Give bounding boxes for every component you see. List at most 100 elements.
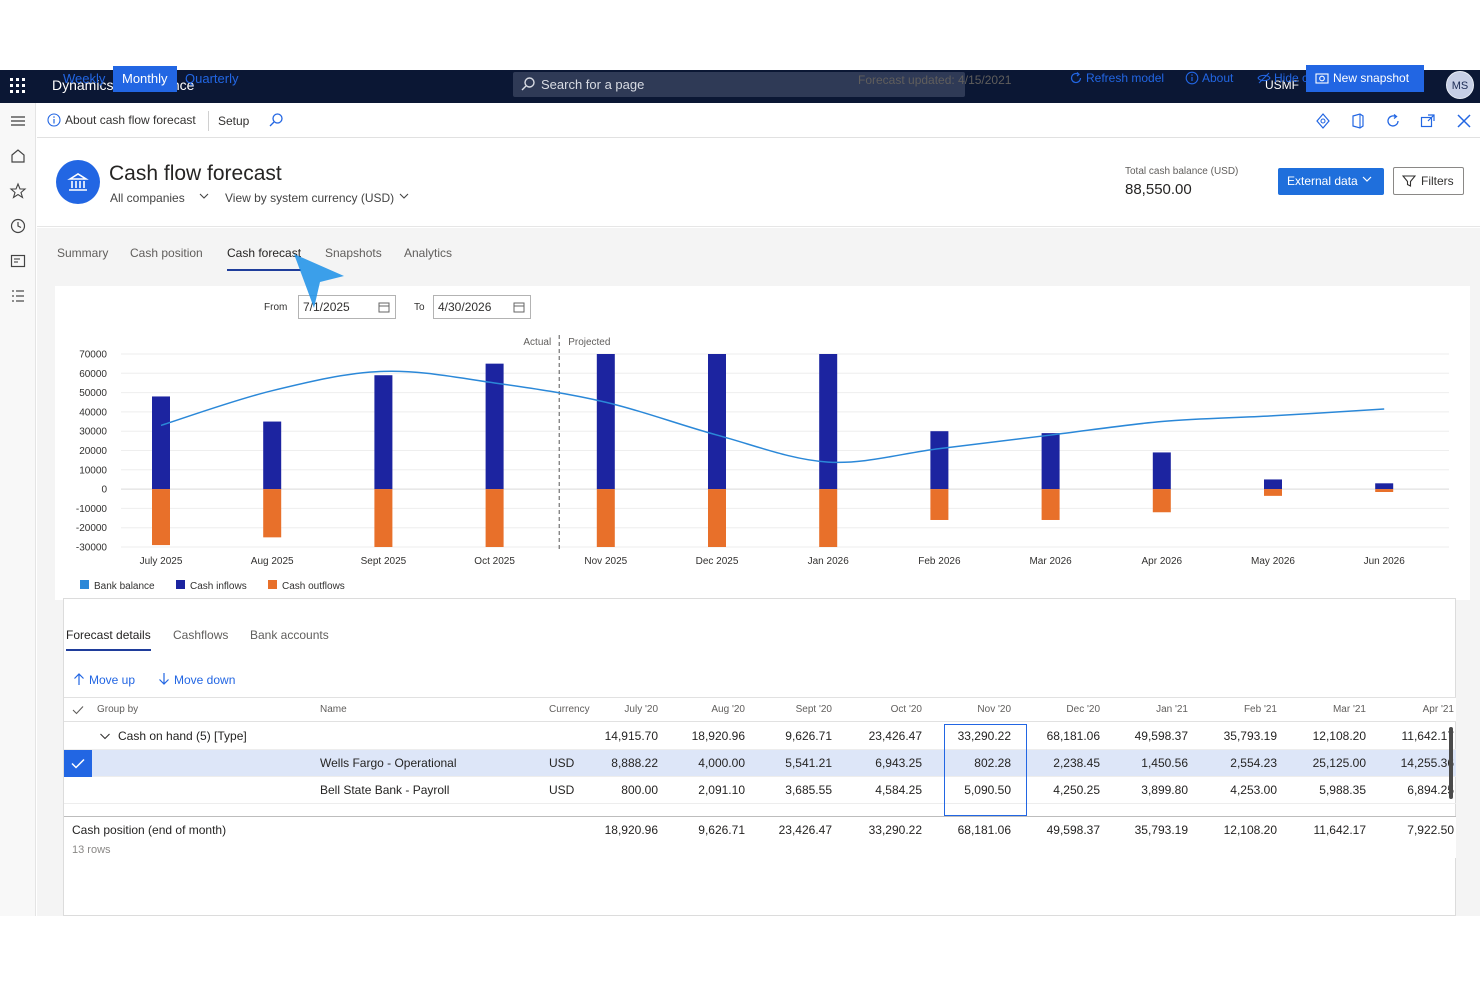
- column-header-month[interactable]: Feb '21: [1197, 698, 1277, 722]
- move-down-button[interactable]: Move down: [158, 672, 235, 687]
- chevron-down-icon[interactable]: [99, 732, 111, 741]
- grid-cell[interactable]: 5,090.50: [931, 777, 1011, 803]
- row-selected-checkbox[interactable]: [64, 750, 92, 777]
- column-header-month[interactable]: July '20: [578, 698, 658, 722]
- quarterly-button[interactable]: Quarterly: [176, 66, 247, 92]
- row-name: Bell State Bank - Payroll: [320, 783, 450, 797]
- tab-forecast-details[interactable]: Forecast details: [66, 628, 151, 651]
- grid-cell[interactable]: 8,888.22: [578, 750, 658, 776]
- external-data-button[interactable]: External data: [1278, 168, 1384, 195]
- total-cash-balance-label: Total cash balance (USD): [1125, 166, 1239, 177]
- grid-cell[interactable]: 4,250.25: [1020, 777, 1100, 803]
- row-count: 13 rows: [72, 844, 111, 856]
- close-icon[interactable]: [1455, 112, 1473, 130]
- avatar[interactable]: MS: [1446, 71, 1474, 99]
- column-header-month[interactable]: Mar '21: [1286, 698, 1366, 722]
- workspace-icon[interactable]: [9, 252, 27, 270]
- grid-cell[interactable]: 5,988.35: [1286, 777, 1366, 803]
- grid-cell[interactable]: 802.28: [931, 750, 1011, 776]
- grid-cell[interactable]: 2,554.23: [1197, 750, 1277, 776]
- setup-button[interactable]: Setup: [218, 114, 249, 128]
- bar-cash-inflows: [708, 354, 726, 490]
- app-launcher-icon[interactable]: [8, 76, 28, 96]
- new-snapshot-button[interactable]: New snapshot: [1306, 65, 1424, 92]
- tab-cashflows[interactable]: Cashflows: [173, 628, 228, 642]
- grid-cell[interactable]: 23,426.47: [842, 723, 922, 749]
- grid-cell[interactable]: 6,943.25: [842, 750, 922, 776]
- tab-summary[interactable]: Summary: [57, 246, 108, 260]
- refresh-model-button[interactable]: Refresh model: [1069, 71, 1164, 85]
- bar-cash-inflows: [152, 396, 170, 490]
- group-row[interactable]: Cash on hand (5) [Type] 14,915.70 18,920…: [64, 723, 1456, 750]
- checkmark-icon[interactable]: [72, 705, 84, 715]
- grid-cell[interactable]: 800.00: [578, 777, 658, 803]
- grid-cell[interactable]: 35,793.19: [1197, 723, 1277, 749]
- grid-cell[interactable]: 68,181.06: [1020, 723, 1100, 749]
- column-header-month[interactable]: Aug '20: [665, 698, 745, 722]
- open-new-window-icon[interactable]: [1419, 112, 1437, 130]
- external-data-label: External data: [1287, 174, 1358, 188]
- grid-cell[interactable]: 9,626.71: [752, 723, 832, 749]
- calendar-icon[interactable]: [513, 301, 525, 313]
- grid-cell[interactable]: 14,915.70: [578, 723, 658, 749]
- grid-cell[interactable]: 25,125.00: [1286, 750, 1366, 776]
- column-header-name[interactable]: Name: [320, 698, 347, 722]
- grid-cell[interactable]: 14,255.36: [1374, 750, 1454, 776]
- y-tick-label: 60000: [79, 369, 107, 380]
- monthly-button[interactable]: Monthly: [113, 66, 177, 92]
- column-header-month[interactable]: Sept '20: [752, 698, 832, 722]
- grid-cell[interactable]: 4,253.00: [1197, 777, 1277, 803]
- grid-cell[interactable]: 1,450.56: [1108, 750, 1188, 776]
- bar-cash-outflows: [374, 489, 393, 547]
- search-icon[interactable]: [268, 112, 284, 128]
- tab-analytics[interactable]: Analytics: [404, 246, 452, 260]
- forecast-details-grid: Group by Name Currency July '20 Aug '20 …: [64, 697, 1456, 858]
- filters-button[interactable]: Filters: [1393, 167, 1464, 195]
- grid-cell[interactable]: 3,899.80: [1108, 777, 1188, 803]
- grid-cell[interactable]: 11,642.17: [1374, 723, 1455, 749]
- row-currency: USD: [549, 756, 575, 770]
- modules-icon[interactable]: [9, 287, 27, 305]
- connect-icon[interactable]: [1314, 112, 1332, 130]
- tab-bank-accounts[interactable]: Bank accounts: [250, 628, 329, 642]
- star-icon[interactable]: [9, 182, 27, 200]
- about-label: About cash flow forecast: [65, 113, 196, 127]
- column-header-month[interactable]: Dec '20: [1020, 698, 1100, 722]
- weekly-button[interactable]: Weekly: [54, 66, 114, 92]
- column-header-month[interactable]: Oct '20: [842, 698, 922, 722]
- company-filter-dropdown[interactable]: All companies: [110, 191, 210, 205]
- y-tick-label: 20000: [79, 446, 107, 457]
- currency-view-dropdown[interactable]: View by system currency (USD): [225, 191, 410, 205]
- grid-cell[interactable]: 33,290.22: [931, 723, 1011, 749]
- grid-cell[interactable]: 18,920.96: [665, 723, 745, 749]
- clock-icon[interactable]: [9, 217, 27, 235]
- grid-cell[interactable]: 12,108.20: [1286, 723, 1366, 749]
- grid-cell[interactable]: 49,598.37: [1108, 723, 1188, 749]
- column-header-month[interactable]: Jan '21: [1108, 698, 1188, 722]
- calendar-icon[interactable]: [378, 301, 390, 313]
- office-icon[interactable]: [1349, 112, 1367, 130]
- to-date-field[interactable]: 4/30/2026: [433, 295, 531, 319]
- column-header-month[interactable]: Apr '21: [1374, 698, 1454, 722]
- column-header-month[interactable]: Nov '20: [931, 698, 1011, 722]
- home-icon[interactable]: [9, 147, 27, 165]
- grid-scrollbar[interactable]: [1449, 727, 1453, 799]
- grid-cell[interactable]: 3,685.55: [752, 777, 832, 803]
- tab-cash-position[interactable]: Cash position: [130, 246, 203, 260]
- column-header-group-by[interactable]: Group by: [97, 698, 138, 722]
- table-row[interactable]: Wells Fargo - Operational USD 8,888.22 4…: [64, 750, 1456, 777]
- grid-cell[interactable]: 4,000.00: [665, 750, 745, 776]
- refresh-icon[interactable]: [1384, 112, 1402, 130]
- about-cash-flow-forecast-button[interactable]: About cash flow forecast: [47, 113, 196, 127]
- grid-cell[interactable]: 6,894.25: [1374, 777, 1454, 803]
- grid-cell[interactable]: 2,091.10: [665, 777, 745, 803]
- grid-cell[interactable]: 4,584.25: [842, 777, 922, 803]
- table-row[interactable]: Bell State Bank - Payroll USD 800.00 2,0…: [64, 777, 1456, 804]
- grid-cell[interactable]: 5,541.21: [752, 750, 832, 776]
- about-button[interactable]: About: [1185, 71, 1233, 85]
- move-up-button[interactable]: Move up: [73, 672, 135, 687]
- hamburger-icon[interactable]: [9, 112, 27, 130]
- chevron-down-icon: [399, 193, 408, 199]
- chevron-down-icon: [1362, 176, 1372, 182]
- grid-cell[interactable]: 2,238.45: [1020, 750, 1100, 776]
